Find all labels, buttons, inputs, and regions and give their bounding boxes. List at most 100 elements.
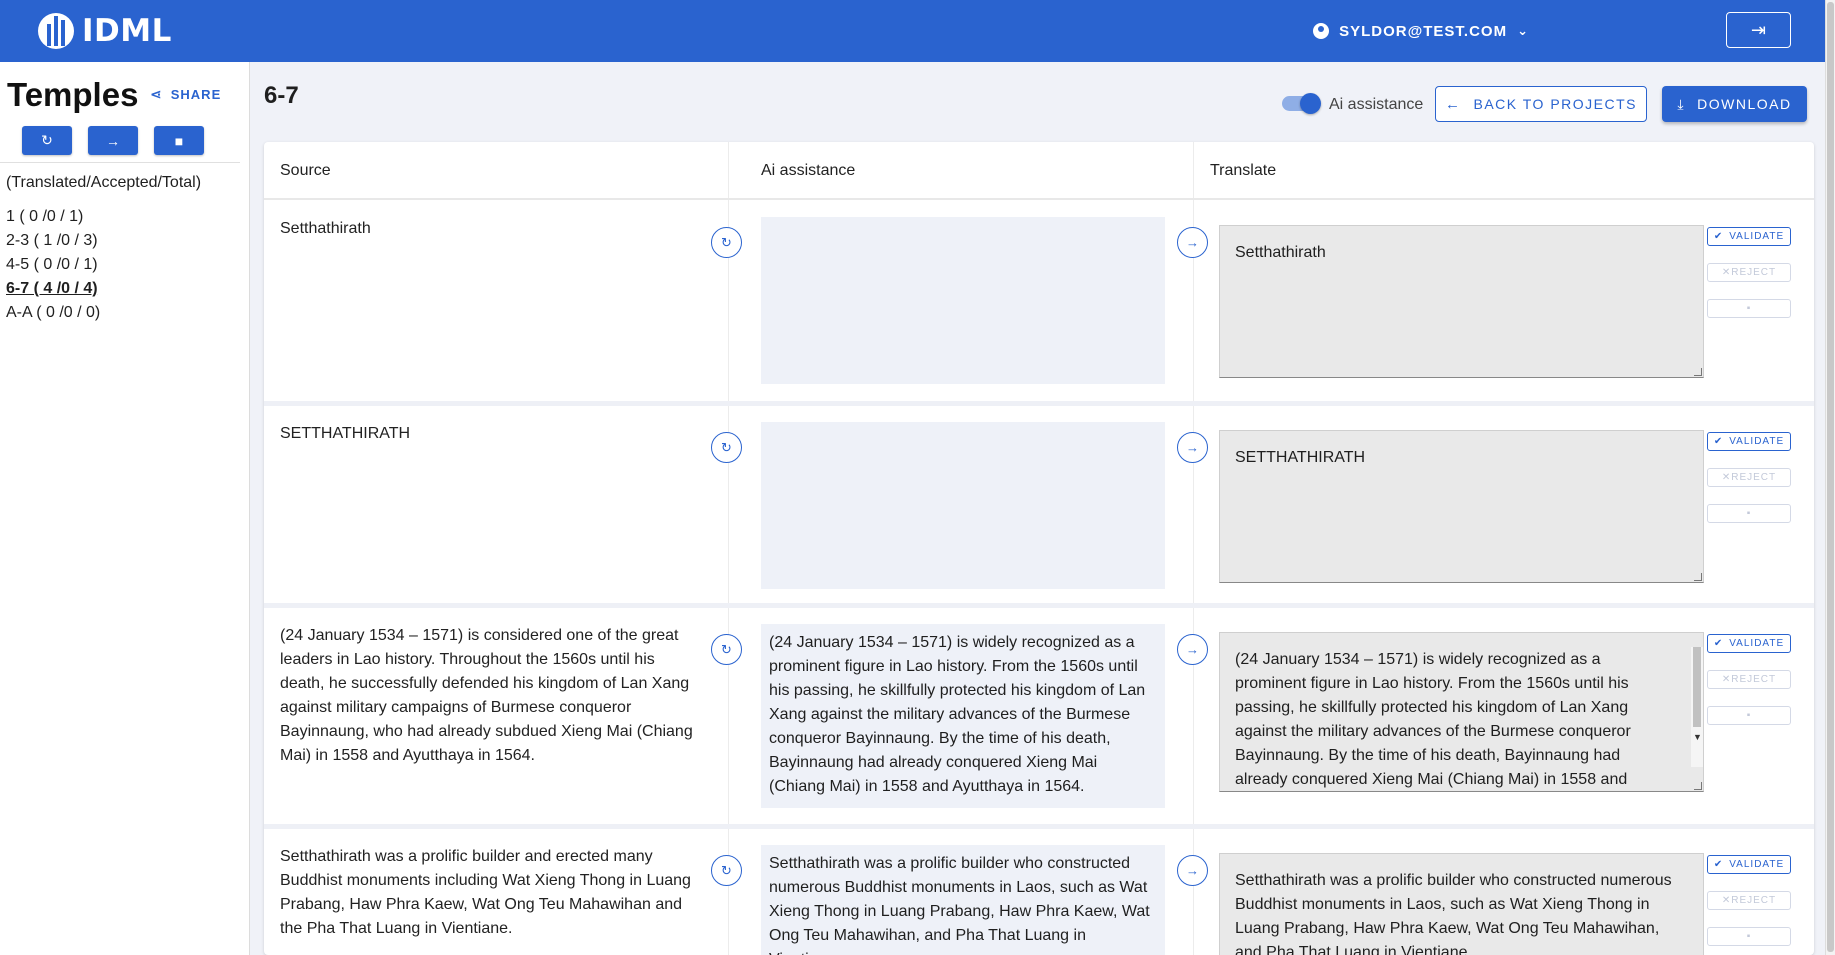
close-icon: ✕: [1721, 895, 1732, 906]
app-header: IDML SYLDOR@TEST.COM ⌄ ⇥: [0, 0, 1835, 62]
page-scrollbar[interactable]: [1825, 0, 1835, 955]
share-label: SHARE: [170, 87, 222, 102]
table-row: Setthathirath ↻ → Setthathirath ✔ VALIDAT…: [264, 201, 1814, 406]
validate-label: VALIDATE: [1729, 436, 1785, 447]
translation-input[interactable]: Setthathirath was a prolific builder who…: [1219, 853, 1704, 955]
resize-handle[interactable]: [1694, 573, 1702, 581]
reject-button[interactable]: ✕ REJECT: [1707, 891, 1791, 910]
close-icon: ✕: [1721, 674, 1732, 685]
source-text: Setthathirath was a prolific builder and…: [280, 848, 691, 937]
toggle-knob: [1300, 93, 1321, 114]
arrow-left-icon: ←: [1444, 95, 1462, 113]
translation-text: SETTHATHIRATH: [1235, 449, 1366, 466]
download-label: DOWNLOAD: [1697, 96, 1792, 112]
table-row: Setthathirath was a prolific builder and…: [264, 829, 1814, 955]
save-button[interactable]: ■: [154, 126, 204, 155]
user-email: SYLDOR@TEST.COM: [1339, 22, 1508, 40]
stats-header: (Translated/Accepted/Total): [6, 174, 202, 191]
section-item[interactable]: 1 ( 0 /0 / 1): [6, 205, 100, 229]
user-menu[interactable]: SYLDOR@TEST.COM ⌄: [1313, 0, 1529, 62]
regenerate-button[interactable]: ↻: [711, 432, 742, 463]
save-row-button[interactable]: ▪: [1707, 927, 1791, 946]
arrow-right-icon: →: [1186, 863, 1199, 878]
regenerate-button[interactable]: ↻: [711, 855, 742, 886]
app-logo[interactable]: IDML: [38, 13, 172, 49]
validate-label: VALIDATE: [1729, 859, 1785, 870]
reject-label: REJECT: [1731, 267, 1777, 278]
share-icon: ⋖: [150, 86, 163, 102]
apply-suggestion-button[interactable]: →: [1177, 227, 1208, 258]
save-icon: ▪: [1746, 710, 1752, 721]
section-list: 1 ( 0 /0 / 1) 2-3 ( 1 /0 / 3) 4-5 ( 0 /0…: [6, 205, 100, 325]
download-button[interactable]: ⤓ DOWNLOAD: [1662, 86, 1807, 122]
regenerate-button[interactable]: ↻: [711, 634, 742, 665]
translation-input[interactable]: Setthathirath: [1219, 225, 1704, 378]
ai-suggestion: Setthathirath was a prolific builder who…: [761, 845, 1165, 955]
ai-assistance-toggle[interactable]: [1282, 93, 1321, 114]
table-header: Source Ai assistance Translate: [264, 142, 1814, 200]
textarea-scrollbar-thumb[interactable]: [1693, 647, 1701, 727]
arrow-right-icon: →: [1186, 440, 1199, 455]
validate-button[interactable]: ✔ VALIDATE: [1707, 432, 1791, 451]
ai-suggestion: [761, 422, 1165, 589]
check-icon: ✔: [1713, 859, 1724, 870]
source-text: (24 January 1534 – 1571) is considered o…: [280, 627, 693, 764]
table-row: SETTHATHIRATH ↻ → SETTHATHIRATH ✔ VALIDAT…: [264, 406, 1814, 608]
apply-suggestion-button[interactable]: →: [1177, 855, 1208, 886]
table-row: (24 January 1534 – 1571) is considered o…: [264, 608, 1814, 829]
reject-label: REJECT: [1731, 895, 1777, 906]
scroll-down-icon[interactable]: ▼: [1693, 725, 1702, 749]
source-text: SETTHATHIRATH: [280, 425, 411, 442]
refresh-icon: ↻: [721, 439, 732, 455]
column-header-ai: Ai assistance: [761, 162, 856, 179]
apply-suggestion-button[interactable]: →: [1177, 432, 1208, 463]
section-item[interactable]: 4-5 ( 0 /0 / 1): [6, 253, 100, 277]
arrow-right-icon: →: [1186, 235, 1199, 250]
resize-handle[interactable]: [1694, 368, 1702, 376]
validate-label: VALIDATE: [1729, 231, 1785, 242]
reject-button[interactable]: ✕ REJECT: [1707, 468, 1791, 487]
check-icon: ✔: [1713, 231, 1724, 242]
validate-label: VALIDATE: [1729, 638, 1785, 649]
refresh-button[interactable]: ↻: [22, 126, 72, 155]
chevron-down-icon: ⌄: [1517, 23, 1529, 38]
refresh-icon: ↻: [721, 234, 732, 250]
resize-handle[interactable]: [1694, 782, 1702, 790]
translation-input[interactable]: SETTHATHIRATH: [1219, 430, 1704, 583]
validate-button[interactable]: ✔ VALIDATE: [1707, 634, 1791, 653]
sidebar-toolbar: ↻ → ■: [22, 126, 204, 155]
save-row-button[interactable]: ▪: [1707, 299, 1791, 318]
column-header-source: Source: [280, 162, 331, 179]
regenerate-button[interactable]: ↻: [711, 227, 742, 258]
arrow-right-icon: →: [106, 132, 120, 149]
translation-table: Source Ai assistance Translate Setthathi…: [264, 142, 1814, 955]
textarea-scrollbar[interactable]: ▼: [1691, 647, 1703, 767]
logout-button[interactable]: ⇥: [1726, 12, 1791, 48]
reject-button[interactable]: ✕ REJECT: [1707, 263, 1791, 282]
back-to-projects-button[interactable]: ← BACK TO PROJECTS: [1435, 86, 1647, 122]
logo-text: IDML: [82, 13, 172, 49]
section-item[interactable]: 2-3 ( 1 /0 / 3): [6, 229, 100, 253]
save-row-button[interactable]: ▪: [1707, 706, 1791, 725]
validate-button[interactable]: ✔ VALIDATE: [1707, 855, 1791, 874]
validate-button[interactable]: ✔ VALIDATE: [1707, 227, 1791, 246]
account-icon: [1313, 23, 1330, 39]
section-item-active[interactable]: 6-7 ( 4 /0 / 4): [6, 277, 100, 301]
share-button[interactable]: ⋖ SHARE: [150, 86, 221, 103]
translation-text: Setthathirath was a prolific builder who…: [1235, 872, 1672, 955]
next-button[interactable]: →: [88, 126, 138, 155]
page-scrollbar-thumb[interactable]: [1827, 2, 1834, 952]
section-item[interactable]: A-A ( 0 /0 / 0): [6, 301, 100, 325]
save-row-button[interactable]: ▪: [1707, 504, 1791, 523]
translation-input[interactable]: (24 January 1534 – 1571) is widely recog…: [1219, 632, 1704, 792]
reject-button[interactable]: ✕ REJECT: [1707, 670, 1791, 689]
sidebar-divider: [0, 162, 240, 163]
ai-suggestion: (24 January 1534 – 1571) is widely recog…: [761, 624, 1165, 808]
project-title: Temples: [7, 76, 139, 113]
download-icon: ⤓: [1677, 95, 1686, 112]
apply-suggestion-button[interactable]: →: [1177, 634, 1208, 665]
save-icon: ■: [174, 132, 184, 149]
sidebar: Temples ⋖ SHARE ↻ → ■ (Translated/Accept…: [0, 62, 250, 955]
save-icon: ▪: [1746, 931, 1752, 942]
arrow-right-icon: →: [1186, 642, 1199, 657]
